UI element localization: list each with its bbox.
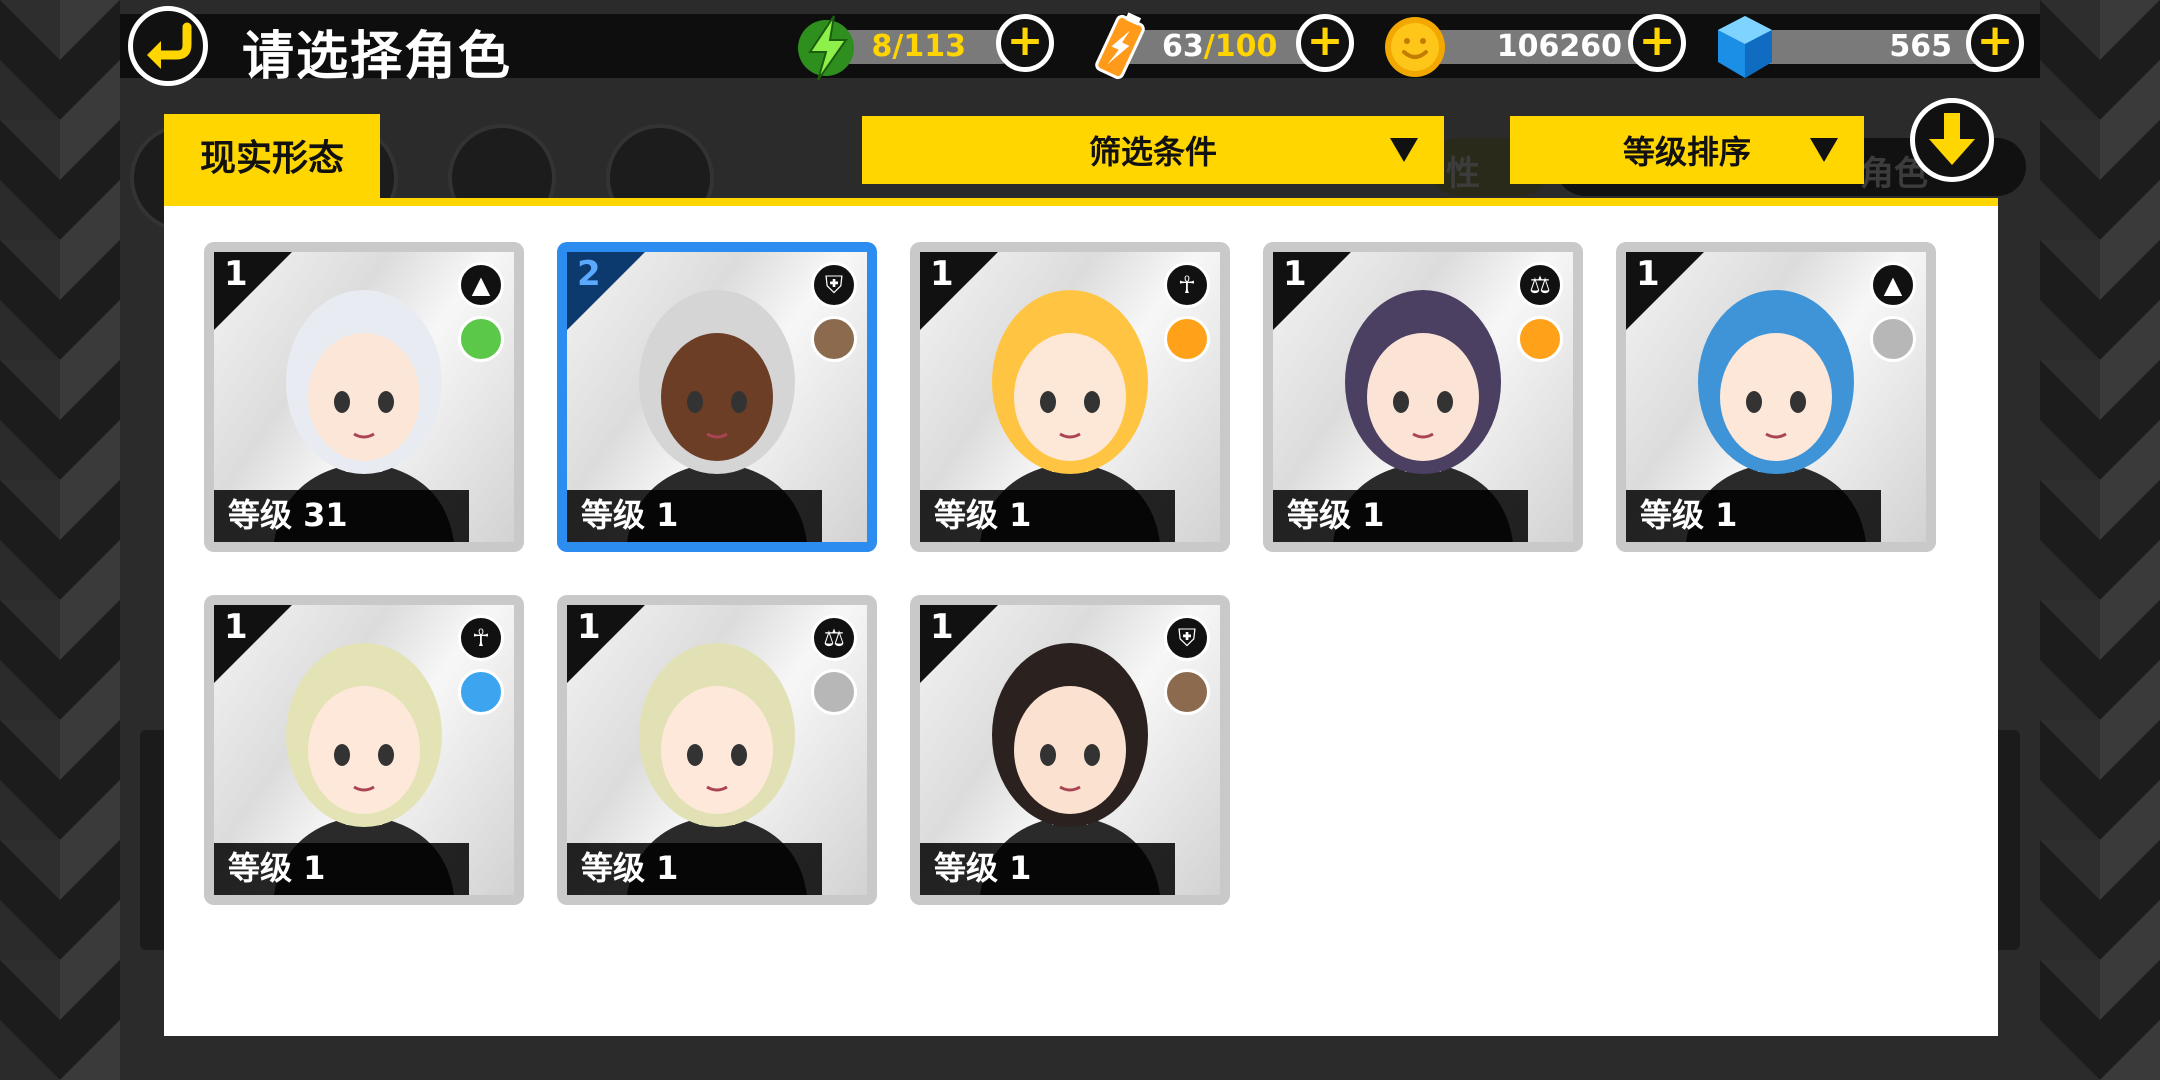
character-level-label: 等级 31 — [228, 496, 348, 534]
scales-icon: ⚖ — [811, 615, 857, 661]
water-icon — [458, 669, 504, 715]
character-card[interactable]: 1 ⚖ 等级 1 — [557, 595, 877, 905]
character-level-label: 等级 1 — [581, 849, 679, 887]
sort-dropdown[interactable]: 等级排序 — [1510, 116, 1864, 184]
triangle-icon: ▲ — [1870, 262, 1916, 308]
character-level-label: 等级 1 — [228, 849, 326, 887]
character-card[interactable]: 1 ☥ 等级 1 — [910, 242, 1230, 552]
tab-reality-form[interactable]: 现实形态 — [164, 114, 380, 204]
gems-resource: 565 + — [1712, 14, 2032, 78]
coins-resource: 106260 + — [1382, 14, 1702, 77]
battery-current: 63 — [1162, 29, 1204, 64]
character-rank: 1 — [930, 607, 954, 647]
energy-current: 8 — [871, 29, 893, 64]
rock-icon — [811, 316, 857, 362]
character-level-label: 等级 1 — [1287, 496, 1385, 534]
shield-icon: ⛨ — [811, 262, 857, 308]
character-level-label: 等级 1 — [581, 496, 679, 534]
character-card[interactable]: 1 ▲ 等级 31 — [204, 242, 524, 552]
shield-icon: ⛨ — [1164, 615, 1210, 661]
character-rank: 1 — [577, 607, 601, 647]
battery-add-button[interactable]: + — [1296, 14, 1354, 72]
lightning-icon — [1164, 316, 1210, 362]
energy-value: 8/113 — [866, 30, 966, 64]
sort-dropdown-label: 等级排序 — [1622, 133, 1751, 171]
page-title: 请选择角色 — [242, 27, 513, 87]
lightning-icon — [1517, 316, 1563, 362]
character-level-label: 等级 1 — [1640, 496, 1738, 534]
scales-icon: ⚖ — [1517, 262, 1563, 308]
sort-direction-button[interactable] — [1910, 98, 1994, 182]
chevron-down-icon — [1390, 138, 1418, 162]
battery-value: 63/100 — [1162, 29, 1277, 64]
battery-resource: 63/100 + — [1092, 12, 1362, 80]
gem-cube-icon — [1718, 16, 1772, 78]
leaf-icon — [458, 316, 504, 362]
character-card[interactable]: 1 ⚖ 等级 1 — [1263, 242, 1583, 552]
character-level-label: 等级 1 — [934, 496, 1032, 534]
ankh-icon: ☥ — [458, 615, 504, 661]
energy-max: /113 — [892, 29, 966, 64]
chevron-down-icon — [1810, 138, 1838, 162]
character-card-frame: 1 ⛨ 等级 1 — [920, 605, 1220, 895]
battery-max: /100 — [1203, 29, 1278, 64]
character-card-frame: 1 ▲ 等级 31 — [214, 252, 514, 542]
coin-icon — [1385, 17, 1445, 77]
character-card-frame: 1 ▲ 等级 1 — [1626, 252, 1926, 542]
character-card-frame: 1 ⚖ 等级 1 — [567, 605, 867, 895]
back-arrow-icon — [147, 22, 192, 69]
character-card[interactable]: 1 ⛨ 等级 1 — [910, 595, 1230, 905]
background-pattern-right — [2040, 0, 2160, 1080]
character-card-frame: 1 ☥ 等级 1 — [214, 605, 514, 895]
character-rank: 1 — [1636, 254, 1660, 294]
back-button[interactable] — [128, 6, 208, 86]
character-card[interactable]: 1 ☥ 等级 1 — [204, 595, 524, 905]
ankh-icon: ☥ — [1164, 262, 1210, 308]
character-rank: 1 — [224, 254, 248, 294]
wind-icon — [1870, 316, 1916, 362]
character-rank: 1 — [224, 607, 248, 647]
battery-icon — [1095, 12, 1145, 80]
gems-value: 565 — [1889, 29, 1952, 64]
character-card[interactable]: 1 ▲ 等级 1 — [1616, 242, 1936, 552]
character-rank: 2 — [577, 254, 601, 294]
rock-icon — [1164, 669, 1210, 715]
character-card-frame: 1 ☥ 等级 1 — [920, 252, 1220, 542]
coins-add-button[interactable]: + — [1628, 14, 1686, 72]
arrow-down-icon — [1929, 113, 1975, 165]
triangle-icon: ▲ — [458, 262, 504, 308]
character-rank: 1 — [930, 254, 954, 294]
character-card-frame: 2 ⛨ 等级 1 — [567, 252, 867, 542]
wind-icon — [811, 669, 857, 715]
character-card[interactable]: 2 ⛨ 等级 1 — [557, 242, 877, 552]
energy-resource: 8/113 + — [796, 14, 1066, 81]
background-pattern-left — [0, 0, 120, 1080]
energy-bolt-icon — [798, 15, 854, 81]
ghost-label: 性 — [1446, 154, 1480, 194]
filter-dropdown-label: 筛选条件 — [1088, 133, 1217, 171]
gems-add-button[interactable]: + — [1966, 14, 2024, 72]
character-rank: 1 — [1283, 254, 1307, 294]
energy-add-button[interactable]: + — [996, 14, 1054, 72]
character-card-frame: 1 ⚖ 等级 1 — [1273, 252, 1573, 542]
coins-value: 106260 — [1496, 29, 1622, 64]
character-level-label: 等级 1 — [934, 849, 1032, 887]
filter-dropdown[interactable]: 筛选条件 — [862, 116, 1444, 184]
